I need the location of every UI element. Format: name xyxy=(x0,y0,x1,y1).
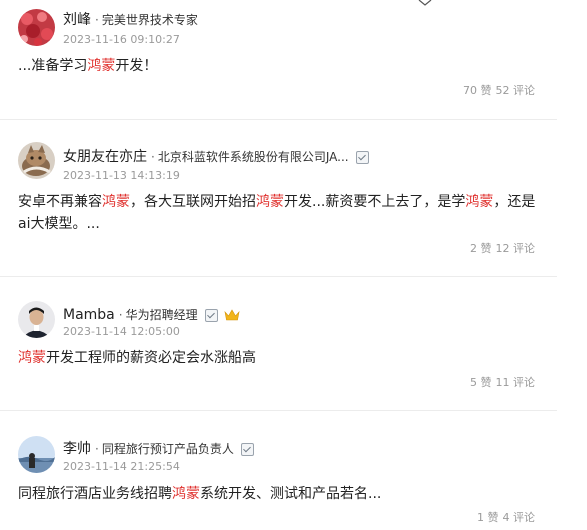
author-name[interactable]: Mamba xyxy=(63,306,115,324)
man-portrait-avatar-icon xyxy=(18,301,55,338)
like-count[interactable]: 1 赞 xyxy=(477,511,499,524)
author-title: 华为招聘经理 xyxy=(125,308,198,322)
comment-count[interactable]: 4 评论 xyxy=(503,511,536,524)
verified-icon xyxy=(355,150,369,164)
author-name[interactable]: 李帅 xyxy=(63,440,91,458)
highlighted-keyword: 鸿蒙 xyxy=(465,194,494,210)
author-title: 北京科蓝软件系统股份有限公司JA... xyxy=(157,150,349,164)
cursor-icon xyxy=(418,0,432,6)
content-text: ...准备学习 xyxy=(18,58,88,74)
comment-count[interactable]: 52 评论 xyxy=(496,84,536,97)
like-count[interactable]: 2 赞 xyxy=(470,242,492,255)
cat-avatar-icon xyxy=(18,142,55,179)
highlighted-keyword: 鸿蒙 xyxy=(18,350,46,366)
separator: · xyxy=(95,442,99,456)
content-text: 开发工程师的薪资必定会水涨船高 xyxy=(46,350,256,366)
post-feed: 刘峰 · 完美世界技术专家 2023-11-16 09:10:27 ...准备学… xyxy=(0,0,587,530)
highlighted-keyword: 鸿蒙 xyxy=(256,194,284,210)
separator: · xyxy=(118,308,123,322)
content-text: 开发...薪资要不上去了，是学 xyxy=(284,194,466,210)
avatar[interactable] xyxy=(18,9,55,46)
post-card[interactable]: 刘峰 · 完美世界技术专家 2023-11-16 09:10:27 ...准备学… xyxy=(0,0,557,120)
author-name[interactable]: 刘峰 xyxy=(63,11,91,29)
author-line: Mamba · 华为招聘经理 xyxy=(63,306,240,324)
content-text: 系统开发、测试和产品若名... xyxy=(200,486,382,502)
author-title: 完美世界技术专家 xyxy=(101,13,198,27)
red-blossom-avatar-icon xyxy=(18,9,55,46)
author-title: 同程旅行预订产品负责人 xyxy=(101,442,234,456)
comment-count[interactable]: 11 评论 xyxy=(496,376,536,389)
author-line: 李帅 · 同程旅行预订产品负责人 xyxy=(63,440,254,458)
author-line: 女朋友在亦庄 · 北京科蓝软件系统股份有限公司JA... xyxy=(63,148,369,166)
post-card[interactable]: 李帅 · 同程旅行预订产品负责人 2023-11-14 21:25:54 同程旅… xyxy=(0,411,557,530)
highlighted-keyword: 鸿蒙 xyxy=(102,194,130,210)
like-count[interactable]: 5 赞 xyxy=(470,376,492,389)
content-text: 同程旅行酒店业务线招聘 xyxy=(18,486,172,502)
post-timestamp: 2023-11-14 12:05:00 xyxy=(63,325,180,338)
content-text: 安卓不再兼容 xyxy=(18,194,102,210)
post-card[interactable]: Mamba · 华为招聘经理 2023-11-14 12:05:00 鸿蒙开发工… xyxy=(0,277,557,411)
post-timestamp: 2023-11-13 14:13:19 xyxy=(63,169,180,182)
post-card[interactable]: 女朋友在亦庄 · 北京科蓝软件系统股份有限公司JA... 2023-11-13 … xyxy=(0,120,557,277)
verified-icon xyxy=(240,442,254,456)
post-stats: 1 赞 4 评论 xyxy=(477,509,535,525)
verified-icon xyxy=(204,308,218,322)
author-line: 刘峰 · 完美世界技术专家 xyxy=(63,11,198,29)
like-count[interactable]: 70 赞 xyxy=(463,84,492,97)
post-stats: 2 赞 12 评论 xyxy=(470,240,535,256)
post-content[interactable]: 鸿蒙开发工程师的薪资必定会水涨船高 xyxy=(18,347,538,369)
separator: · xyxy=(95,13,99,27)
crown-icon xyxy=(224,309,240,321)
post-stats: 70 赞 52 评论 xyxy=(463,82,535,98)
landscape-avatar-icon xyxy=(18,436,55,473)
avatar[interactable] xyxy=(18,142,55,179)
highlighted-keyword: 鸿蒙 xyxy=(87,58,116,74)
author-name[interactable]: 女朋友在亦庄 xyxy=(63,148,147,166)
post-content[interactable]: 安卓不再兼容鸿蒙，各大互联网开始招鸿蒙开发...薪资要不上去了，是学鸿蒙，还是a… xyxy=(18,191,538,235)
highlighted-keyword: 鸿蒙 xyxy=(172,486,200,502)
comment-count[interactable]: 12 评论 xyxy=(496,242,536,255)
content-text: ，各大互联网开始招 xyxy=(130,194,256,210)
separator: · xyxy=(151,150,155,164)
avatar[interactable] xyxy=(18,436,55,473)
post-timestamp: 2023-11-16 09:10:27 xyxy=(63,33,180,46)
post-timestamp: 2023-11-14 21:25:54 xyxy=(63,460,180,473)
content-text: 开发！ xyxy=(115,58,158,74)
post-stats: 5 赞 11 评论 xyxy=(470,374,535,390)
post-content[interactable]: ...准备学习鸿蒙开发！ xyxy=(18,55,538,77)
avatar[interactable] xyxy=(18,301,55,338)
post-content[interactable]: 同程旅行酒店业务线招聘鸿蒙系统开发、测试和产品若名... xyxy=(18,483,538,505)
